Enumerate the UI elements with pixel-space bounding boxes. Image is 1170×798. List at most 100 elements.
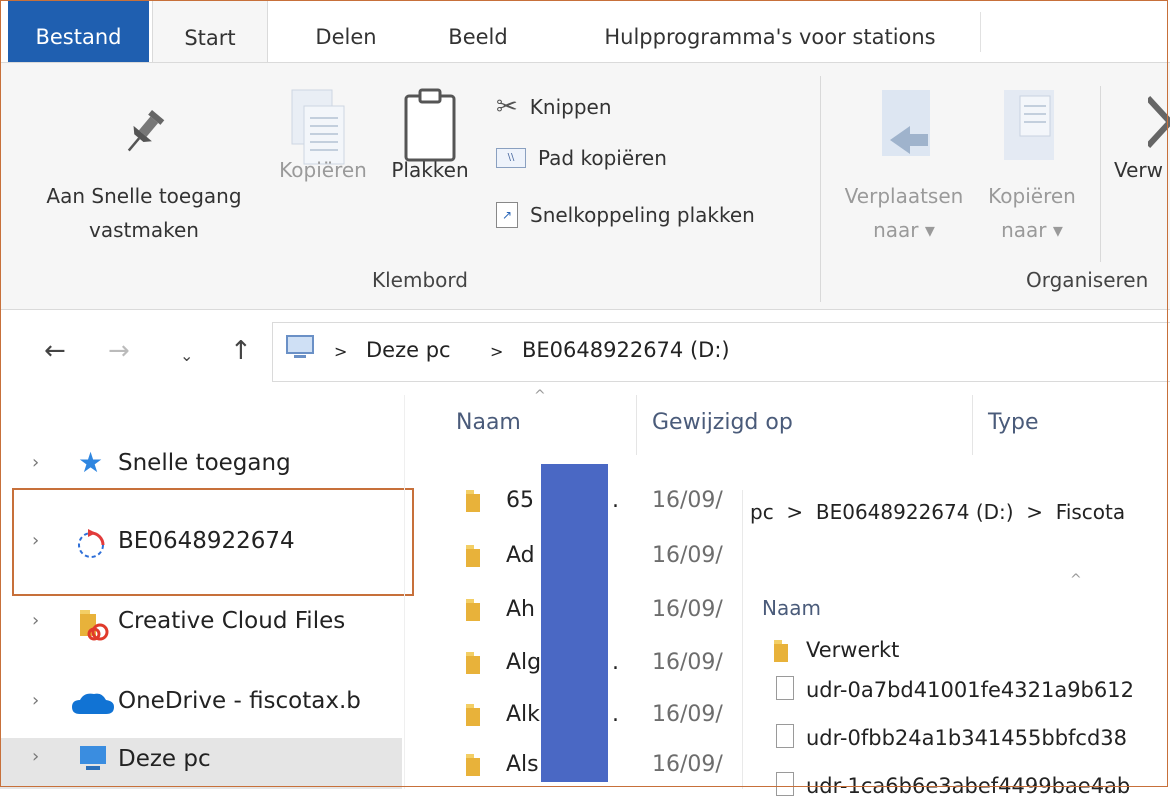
delete-label: Verw [1114, 158, 1164, 182]
tab-drive-tools[interactable]: Hulpprogramma's voor stations [570, 0, 970, 62]
expand-chevron-icon[interactable]: › [32, 452, 39, 473]
organize-group-label: Organiseren [1026, 268, 1149, 292]
tab-view[interactable]: Beeld [428, 0, 528, 62]
column-divider[interactable] [972, 395, 973, 455]
file-name: 65 [506, 488, 534, 513]
column-divider[interactable] [636, 395, 637, 455]
overlay-item-name: udr-0a7bd41001fe4321a9b612 [806, 678, 1134, 702]
column-header-modified[interactable]: Gewijzigd op [652, 410, 793, 435]
forward-arrow-icon[interactable]: → [108, 336, 130, 366]
name-truncation: . [612, 488, 619, 513]
breadcrumb-drive[interactable]: BE0648922674 (D:) [522, 338, 730, 362]
nav-label-onedrive: OneDrive - fiscotax.b [118, 688, 361, 714]
file-name: Alg [506, 650, 542, 675]
clipboard-group-label: Klembord [372, 268, 468, 292]
computer-icon [80, 746, 106, 770]
pane-divider [404, 395, 405, 789]
nav-item-onedrive[interactable]: › OneDrive - fiscotax.b [0, 676, 402, 732]
delete-x-icon [1148, 95, 1170, 149]
file-date: 16/09/ [652, 488, 723, 513]
pin-label-line2: vastmaken [89, 218, 199, 242]
scissors-icon: ✂ [496, 92, 518, 122]
folder-icon [466, 490, 480, 512]
expand-chevron-icon[interactable]: › [32, 690, 39, 711]
file-name: Ah [506, 597, 535, 622]
file-date: 16/09/ [652, 597, 723, 622]
redaction-block [541, 464, 608, 782]
copy-path-icon: \\ [496, 148, 526, 168]
breadcrumb-separator-icon: > [334, 342, 348, 361]
nav-label-quick-access: Snelle toegang [118, 450, 291, 476]
overlay-item-name: udr-0fbb24a1b341455bbfcd38 [806, 726, 1128, 750]
file-icon [776, 724, 794, 748]
onedrive-cloud-icon [72, 693, 114, 714]
paste-shortcut-button[interactable]: ↗ Snelkoppeling plakken [496, 202, 755, 228]
sort-ascending-icon: ^ [534, 388, 546, 404]
paste-shortcut-label: Snelkoppeling plakken [530, 203, 755, 227]
nav-item-quick-access[interactable]: › ★ Snelle toegang [0, 438, 402, 494]
folder-icon [466, 704, 480, 726]
tab-file[interactable]: Bestand [8, 0, 149, 62]
paste-label: Plakken [391, 158, 469, 182]
copy-label: Kopiëren [279, 158, 367, 182]
creative-cloud-folder-icon [80, 610, 109, 641]
nav-label-this-pc: Deze pc [118, 746, 211, 772]
recent-locations-chevron-icon[interactable]: ⌄ [180, 346, 193, 365]
file-date: 16/09/ [652, 543, 723, 568]
folder-icon [774, 640, 788, 662]
column-header-name[interactable]: Naam [456, 410, 521, 435]
nav-item-this-pc[interactable]: › Deze pc [0, 738, 402, 789]
name-truncation: . [612, 650, 619, 675]
breadcrumb-separator-icon: > [490, 342, 504, 361]
name-truncation: . [612, 702, 619, 727]
cut-label: Knippen [529, 95, 612, 119]
shortcut-icon: ↗ [496, 202, 518, 228]
overlay-breadcrumb[interactable]: pc > BE0648922674 (D:) > Fiscota [750, 500, 1125, 524]
folder-icon [466, 652, 480, 674]
folder-icon [466, 754, 480, 776]
folder-icon [466, 545, 480, 567]
expand-chevron-icon[interactable]: › [32, 746, 39, 767]
tab-start[interactable]: Start [152, 0, 268, 63]
copy-path-label: Pad kopiëren [538, 146, 667, 170]
file-date: 16/09/ [652, 650, 723, 675]
copy-to-label-line2: naar ▾ [1001, 218, 1063, 242]
folder-icon [466, 599, 480, 621]
ribbon-tabs: Bestand Start Delen Beeld Hulpprogramma'… [0, 0, 1170, 63]
sort-ascending-icon: ^ [1070, 572, 1082, 588]
nav-label-creative-cloud: Creative Cloud Files [118, 608, 346, 634]
overlay-column-header-name[interactable]: Naam [762, 596, 821, 620]
copy-to-icon [1004, 90, 1054, 160]
file-name: Als [506, 752, 539, 777]
move-to-icon [882, 90, 930, 156]
file-icon [776, 676, 794, 700]
tab-share[interactable]: Delen [296, 0, 396, 62]
this-pc-icon [286, 335, 314, 358]
ribbon-button-divider [1100, 86, 1101, 262]
file-date: 16/09/ [652, 702, 723, 727]
highlight-annotation-box [12, 488, 414, 596]
ribbon-group-divider [820, 76, 821, 302]
column-header-type[interactable]: Type [988, 410, 1039, 435]
nav-item-creative-cloud[interactable]: › Creative Cloud Files [0, 596, 402, 652]
cut-button[interactable]: ✂ Knippen [496, 92, 612, 122]
up-arrow-icon[interactable]: ↑ [230, 336, 252, 366]
file-date: 16/09/ [652, 752, 723, 777]
breadcrumb-this-pc[interactable]: Deze pc [366, 338, 451, 362]
overlay-item-name: udr-1ca6b6e3abef4499bae4ab [806, 774, 1131, 798]
overlay-window-edge [742, 490, 743, 789]
pin-label-line1: Aan Snelle toegang [46, 184, 242, 208]
copy-to-label-line1: Kopiëren [988, 184, 1076, 208]
file-name: Alk [506, 702, 540, 727]
move-to-label-line1: Verplaatsen [844, 184, 964, 208]
pin-icon [127, 110, 165, 152]
overlay-item-name: Verwerkt [806, 638, 900, 662]
file-name: Ad [506, 543, 535, 568]
back-arrow-icon[interactable]: ← [44, 336, 66, 366]
copy-path-button[interactable]: \\ Pad kopiëren [496, 146, 667, 170]
tab-divider [980, 12, 981, 52]
file-icon [776, 772, 794, 796]
star-icon: ★ [78, 446, 104, 479]
move-to-label-line2: naar ▾ [873, 218, 935, 242]
expand-chevron-icon[interactable]: › [32, 610, 39, 631]
